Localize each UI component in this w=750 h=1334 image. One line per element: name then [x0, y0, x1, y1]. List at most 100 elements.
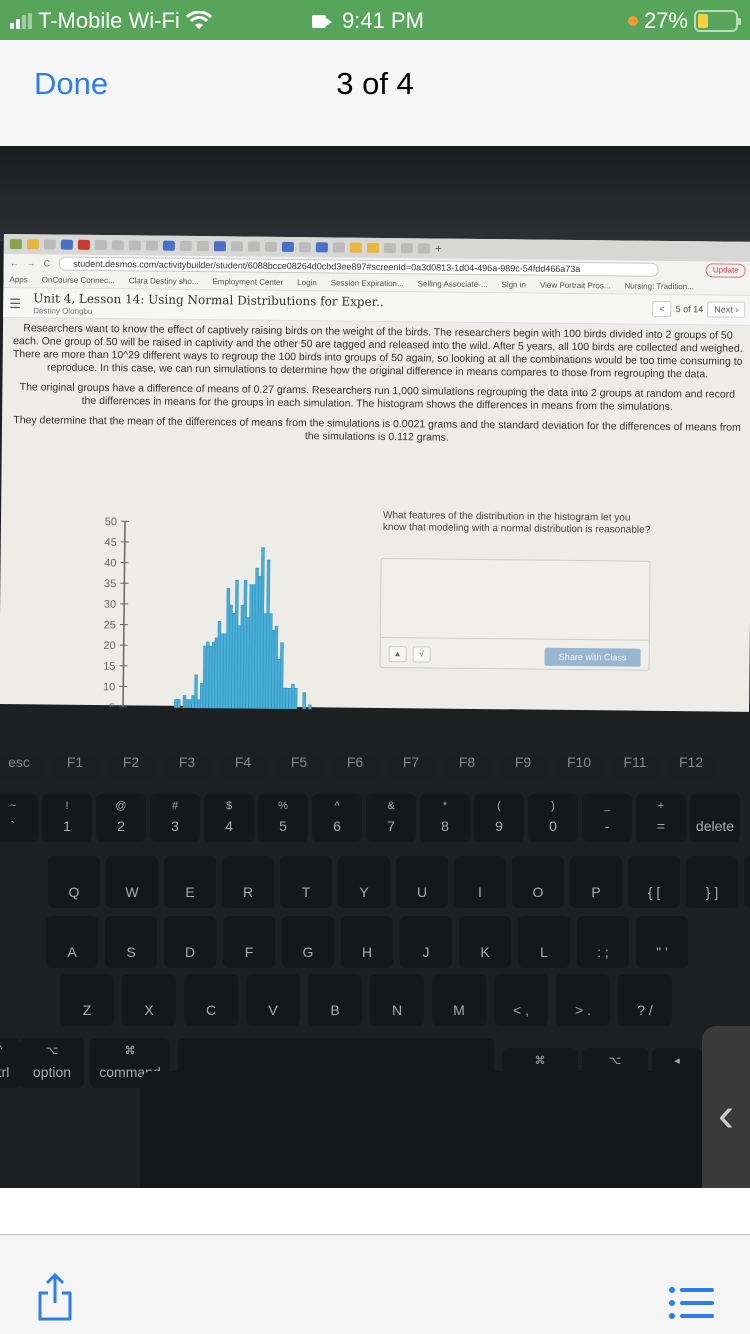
key-f9: F9 — [498, 754, 548, 778]
key-legend: 7 — [387, 818, 395, 834]
key-modifier: ⌥ option — [20, 1038, 84, 1088]
key-legend: F1 — [66, 754, 84, 770]
reload-icon[interactable]: C — [44, 258, 51, 268]
browser-tab[interactable] — [162, 240, 175, 251]
key-legend: U — [416, 884, 428, 900]
key-letter: G — [282, 916, 334, 968]
key-number: #3 — [150, 794, 200, 842]
key-letter: X — [122, 974, 176, 1026]
bookmark[interactable]: Nursing: Tradition... — [624, 282, 693, 292]
share-with-class-button[interactable]: Share with Class — [544, 647, 641, 667]
histogram-bar — [185, 699, 190, 729]
key-f7: F7 — [386, 754, 436, 778]
histogram-bar — [179, 707, 184, 729]
browser-tab[interactable] — [179, 240, 192, 251]
y-tick-label: 35 — [104, 578, 116, 590]
key-legend: ? / — [637, 1002, 653, 1018]
browser-tab[interactable] — [400, 243, 413, 254]
answer-input[interactable]: ▲ √ Share with Class — [379, 557, 651, 671]
browser-tab[interactable] — [315, 242, 328, 253]
key-legend: esc — [8, 754, 30, 770]
key-legend-top: ⌘ — [534, 1055, 546, 1067]
back-icon[interactable]: ← — [10, 258, 19, 268]
bookmark[interactable]: Clara Destiny sho... — [129, 276, 199, 286]
key-legend: F8 — [458, 754, 476, 770]
browser-tab[interactable] — [145, 240, 158, 251]
bookmark[interactable]: OnCourse Connec... — [42, 275, 115, 285]
key-letter: J — [400, 916, 452, 968]
share-icon[interactable] — [35, 1273, 75, 1321]
image-icon[interactable]: ▲ — [388, 646, 407, 663]
browser-tab[interactable] — [77, 239, 90, 250]
list-icon[interactable] — [668, 1285, 716, 1321]
key-legend: O — [532, 884, 544, 900]
menu-icon[interactable]: ☰ — [9, 296, 21, 312]
key-letter: T — [280, 856, 332, 908]
bookmark[interactable]: Apps — [9, 275, 27, 284]
bookmark[interactable]: Session Expiration... — [331, 278, 404, 288]
key-letter: < , — [494, 974, 548, 1026]
browser-tab[interactable] — [111, 240, 124, 251]
browser-tab[interactable] — [366, 242, 379, 253]
bookmark[interactable]: Sign in — [501, 280, 526, 289]
key-legend-top: ( — [497, 800, 501, 812]
next-label: Next — [714, 304, 733, 315]
key-f3: F3 — [162, 754, 212, 778]
wifi-icon — [185, 11, 212, 29]
bookmark[interactable]: Employment Center — [212, 277, 283, 287]
key-f5: F5 — [274, 754, 324, 778]
key-legend: F3 — [178, 754, 196, 770]
laptop-bezel — [0, 146, 750, 241]
key-letter: V — [246, 974, 300, 1026]
histogram-bar — [282, 687, 287, 730]
key-legend: M — [453, 1002, 465, 1018]
new-tab-icon[interactable]: + — [435, 242, 442, 256]
browser-tab[interactable] — [417, 243, 430, 254]
forward-icon[interactable]: → — [27, 258, 36, 268]
browser-tab[interactable] — [332, 242, 345, 253]
browser-tab[interactable] — [383, 242, 396, 254]
lesson-pager: < 5 of 14 Next › — [652, 300, 746, 318]
key-modifier: ^ ctrl — [0, 1038, 20, 1088]
key-legend: F11 — [623, 754, 647, 770]
bookmark[interactable]: Login — [297, 278, 317, 287]
browser-tab[interactable] — [128, 240, 141, 251]
browser-tab[interactable] — [349, 242, 362, 253]
key-letter: U — [396, 856, 448, 908]
bookmark[interactable]: Selling Associate-... — [418, 279, 488, 289]
bookmark[interactable]: View Portrait Pros... — [540, 281, 611, 291]
update-button[interactable]: Update — [705, 263, 746, 278]
key-legend: 3 — [171, 818, 179, 834]
key-legend: 4 — [225, 818, 233, 834]
browser-tab[interactable] — [230, 241, 243, 252]
key-legend: Z — [82, 1002, 92, 1018]
sqrt-icon[interactable]: √ — [412, 646, 431, 663]
y-tick-label: 40 — [104, 557, 116, 569]
key-legend-top: ! — [65, 800, 69, 812]
browser-tab[interactable] — [247, 241, 260, 252]
key-legend: Y — [359, 884, 369, 900]
histogram-bar — [182, 695, 187, 729]
key-number: & 7 — [366, 794, 416, 842]
browser-tab[interactable] — [9, 239, 22, 250]
key-number: ~ ` — [0, 794, 38, 842]
key-legend: { [ — [647, 884, 661, 900]
browser-tab[interactable] — [26, 239, 39, 250]
previous-screen-button[interactable]: < — [652, 300, 672, 317]
key-legend-top: ⌥ — [45, 1045, 59, 1057]
histogram-bar — [290, 683, 295, 730]
browser-tab[interactable] — [196, 241, 209, 252]
browser-tab[interactable] — [43, 239, 56, 250]
key-legend: : ; — [597, 944, 609, 960]
browser-tab[interactable] — [281, 241, 294, 253]
browser-tab[interactable] — [213, 241, 226, 252]
browser-tab[interactable] — [264, 241, 277, 252]
browser-tab[interactable] — [94, 239, 107, 251]
key-letter: Q — [48, 856, 100, 908]
browser-tab[interactable] — [298, 242, 311, 253]
next-screen-button[interactable]: Next › — [707, 301, 746, 318]
y-tick-label: 5 — [109, 702, 115, 710]
navigation-bar: Done 3 of 4 — [0, 40, 750, 128]
histogram-bar — [176, 699, 181, 729]
browser-tab[interactable] — [60, 239, 73, 250]
